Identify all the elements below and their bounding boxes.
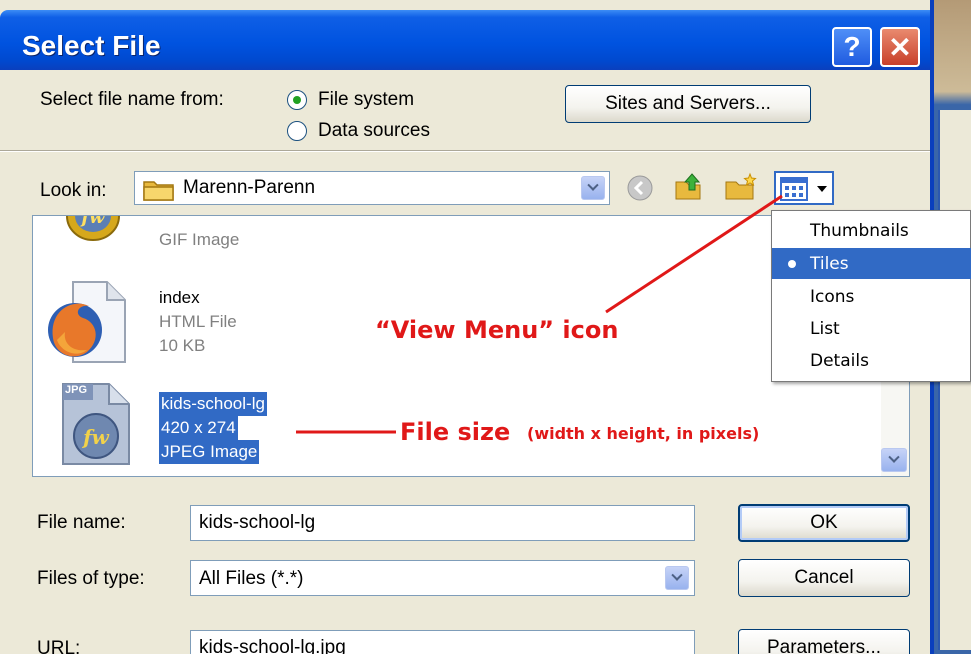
view-menu-annotation: “View Menu” icon — [375, 316, 619, 344]
file-size-annotation: File size — [400, 418, 511, 446]
view-menu-pointer-line — [605, 194, 783, 314]
file-size-annotation-sub: (width x height, in pixels) — [527, 424, 760, 443]
